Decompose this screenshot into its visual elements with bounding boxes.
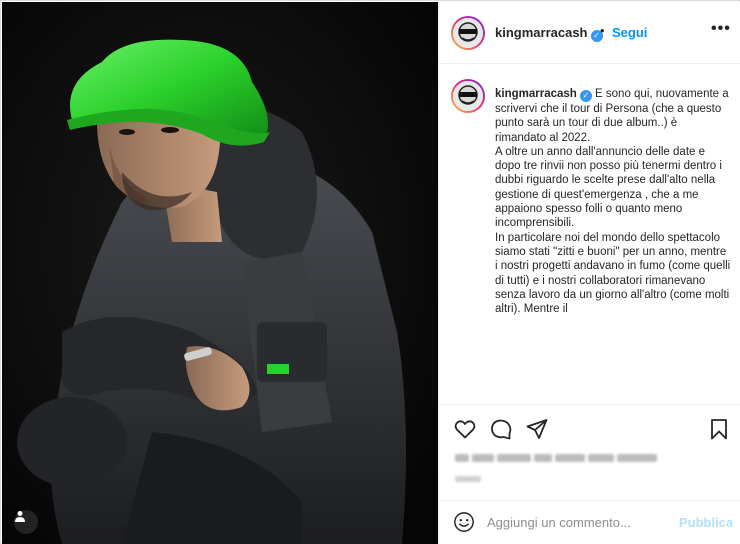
publish-button[interactable]: Pubblica (679, 515, 733, 530)
comment-input[interactable] (487, 511, 671, 533)
tagged-users-button[interactable] (14, 510, 38, 534)
bookmark-icon[interactable] (707, 417, 731, 441)
post-photo[interactable] (2, 2, 438, 544)
caption-scroll-area[interactable]: kingmarracash ✓ E sono qui, nuovamente a … (439, 64, 740, 404)
likes-text-blur (472, 454, 494, 462)
caption-username[interactable]: kingmarracash (495, 88, 577, 100)
avatar[interactable] (453, 18, 483, 48)
username-link[interactable]: kingmarracash ✓ (495, 25, 603, 42)
username-text[interactable]: kingmarracash (495, 25, 588, 40)
avatar-icon (453, 81, 483, 111)
post-header: kingmarracash ✓ • Segui ••• (439, 2, 740, 64)
photo-illustration (2, 2, 438, 544)
share-icon[interactable] (525, 417, 549, 441)
likes-text-blur (617, 454, 657, 462)
separator-dot: • (600, 23, 605, 38)
likes-text-blur (497, 454, 531, 462)
caption-avatar[interactable] (453, 81, 483, 111)
post-frame: kingmarracash ✓ • Segui ••• kingmarracash… (0, 0, 740, 544)
user-icon (15, 511, 25, 522)
likes-text-blur (588, 454, 614, 462)
likes-text-blur (534, 454, 552, 462)
post-actions (439, 404, 740, 450)
emoji-icon[interactable] (453, 511, 475, 533)
caption-text: E sono qui, nuovamente a scrivervi che i… (495, 88, 731, 316)
avatar-icon (453, 18, 483, 48)
likes-summary[interactable] (455, 450, 705, 466)
liker-avatar-blur (455, 454, 469, 462)
comment-bar: Pubblica (439, 500, 740, 544)
heart-icon[interactable] (453, 417, 477, 441)
post-side-panel: kingmarracash ✓ • Segui ••• kingmarracash… (438, 2, 740, 544)
post-timestamp-blur (455, 476, 481, 482)
comment-icon[interactable] (489, 417, 513, 441)
likes-text-blur (555, 454, 585, 462)
verified-badge-icon: ✓ (579, 90, 592, 102)
follow-button[interactable]: Segui (612, 25, 647, 40)
post-caption: kingmarracash ✓ E sono qui, nuovamente a … (495, 87, 731, 316)
more-options-icon[interactable]: ••• (711, 20, 731, 38)
